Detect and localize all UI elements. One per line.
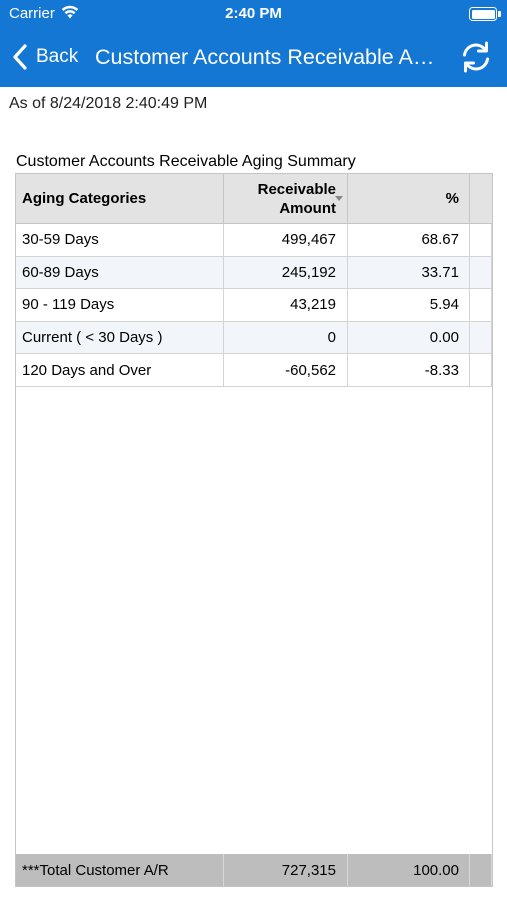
cell-amount: 0 xyxy=(224,321,348,354)
sort-descending-icon xyxy=(335,196,343,201)
cell-category: 60-89 Days xyxy=(16,256,224,289)
table-row[interactable]: Current ( < 30 Days ) 0 0.00 xyxy=(16,321,492,355)
cell-percent: -8.33 xyxy=(348,354,470,386)
column-header-label: Receivable Amount xyxy=(258,180,336,218)
table-header: Aging Categories Receivable Amount % xyxy=(16,174,492,224)
cell-percent: 5.94 xyxy=(348,289,470,321)
column-header-label: % xyxy=(445,190,459,207)
column-header-aging-categories[interactable]: Aging Categories xyxy=(16,174,224,223)
back-button[interactable]: Back xyxy=(12,42,78,72)
table-caption: Customer Accounts Receivable Aging Summa… xyxy=(16,153,356,170)
cell-spacer xyxy=(470,354,492,386)
footer-spacer xyxy=(470,854,492,886)
cell-amount: 43,219 xyxy=(224,289,348,321)
cell-spacer xyxy=(470,224,492,256)
footer-percent: 100.00 xyxy=(348,854,470,886)
table-footer-total-row: ***Total Customer A/R 727,315 100.00 xyxy=(16,854,492,886)
status-time: 2:40 PM xyxy=(225,5,282,22)
cell-amount: 499,467 xyxy=(224,224,348,256)
cell-percent: 0.00 xyxy=(348,321,470,354)
table-body: 30-59 Days 499,467 68.67 60-89 Days 245,… xyxy=(16,224,492,387)
page-title: Customer Accounts Receivable Aging Summa… xyxy=(95,45,442,69)
battery-tip xyxy=(498,11,501,17)
cell-percent: 68.67 xyxy=(348,224,470,256)
table-row[interactable]: 90 - 119 Days 43,219 5.94 xyxy=(16,289,492,322)
cell-amount: -60,562 xyxy=(224,354,348,386)
footer-label: ***Total Customer A/R xyxy=(16,854,224,886)
amount-header-line-2: Amount xyxy=(279,199,336,217)
cell-spacer xyxy=(470,289,492,321)
table-row[interactable]: 60-89 Days 245,192 33.71 xyxy=(16,256,492,290)
table-row[interactable]: 30-59 Days 499,467 68.67 xyxy=(16,224,492,257)
footer-amount: 727,315 xyxy=(224,854,348,886)
cell-amount: 245,192 xyxy=(224,256,348,289)
column-header-receivable-amount[interactable]: Receivable Amount xyxy=(224,174,348,223)
app-header: Carrier 2:40 PM Back Customer Accounts R… xyxy=(0,0,507,87)
cell-category: 120 Days and Over xyxy=(16,354,224,386)
amount-header-line-1: Receivable xyxy=(257,180,336,198)
cell-category: Current ( < 30 Days ) xyxy=(16,321,224,354)
table-row[interactable]: 120 Days and Over -60,562 -8.33 xyxy=(16,354,492,387)
battery-icon xyxy=(469,7,497,21)
column-header-percent[interactable]: % xyxy=(348,174,470,223)
cell-category: 30-59 Days xyxy=(16,224,224,256)
back-label: Back xyxy=(36,46,79,67)
aging-summary-table: Aging Categories Receivable Amount % 30-… xyxy=(15,173,493,887)
chevron-left-icon xyxy=(13,44,27,70)
column-header-label: Aging Categories xyxy=(22,190,147,207)
navigation-bar: Back Customer Accounts Receivable Aging … xyxy=(0,28,507,87)
status-bar: Carrier 2:40 PM xyxy=(0,0,507,28)
cell-spacer xyxy=(470,256,492,289)
refresh-icon[interactable] xyxy=(458,39,494,75)
cell-spacer xyxy=(470,321,492,354)
cell-category: 90 - 119 Days xyxy=(16,289,224,321)
cell-percent: 33.71 xyxy=(348,256,470,289)
column-header-spacer xyxy=(470,174,492,223)
as-of-timestamp: As of 8/24/2018 2:40:49 PM xyxy=(9,95,208,112)
